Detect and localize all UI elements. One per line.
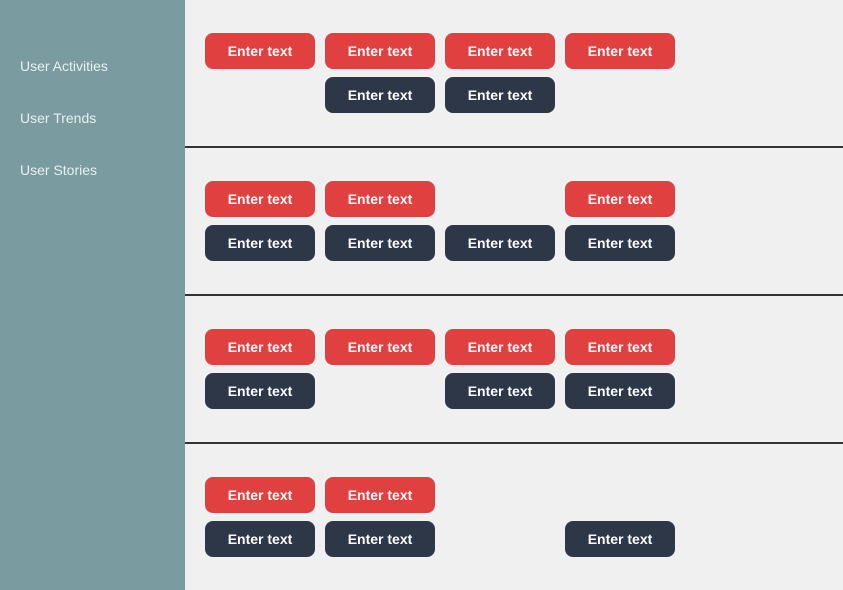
enter-text-button-2-1-1[interactable]: Enter text	[205, 181, 315, 217]
sidebar-item-user-trends[interactable]: User Trends	[0, 92, 185, 144]
enter-text-button-2-2-2[interactable]: Enter text	[325, 225, 435, 261]
enter-text-button-1-1-1[interactable]: Enter text	[205, 33, 315, 69]
button-grid-2: Enter textEnter textEnter textEnter text…	[205, 181, 823, 261]
enter-text-button-1-1-4[interactable]: Enter text	[565, 33, 675, 69]
enter-text-button-3-2-1[interactable]: Enter text	[205, 373, 315, 409]
button-row-4-2: Enter text Enter text Enter text	[205, 521, 823, 557]
button-row-2-2: Enter text Enter text Enter text Enter text	[205, 225, 823, 261]
section-3: Enter textEnter textEnter textEnter text…	[185, 296, 843, 444]
enter-text-button-4-2-2[interactable]: Enter text	[325, 521, 435, 557]
enter-text-button-2-1-2[interactable]: Enter text	[325, 181, 435, 217]
button-row-4-1: Enter text Enter text	[205, 477, 823, 513]
section-2: Enter textEnter textEnter textEnter text…	[185, 148, 843, 296]
enter-text-button-2-2-1[interactable]: Enter text	[205, 225, 315, 261]
enter-text-button-3-2-3[interactable]: Enter text	[445, 373, 555, 409]
enter-text-button-3-1-2[interactable]: Enter text	[325, 329, 435, 365]
button-grid-1: Enter textEnter textEnter textEnter text…	[205, 33, 823, 113]
button-row-2-1: Enter text Enter text Enter text	[205, 181, 823, 217]
sidebar: User Activities User Trends User Stories	[0, 0, 185, 590]
enter-text-button-1-1-2[interactable]: Enter text	[325, 33, 435, 69]
section-1: Enter textEnter textEnter textEnter text…	[185, 0, 843, 148]
button-row-1-1: Enter text Enter text Enter text Enter text	[205, 33, 823, 69]
enter-text-button-4-1-1[interactable]: Enter text	[205, 477, 315, 513]
enter-text-button-3-1-4[interactable]: Enter text	[565, 329, 675, 365]
enter-text-button-2-2-3[interactable]: Enter text	[445, 225, 555, 261]
enter-text-button-1-1-3[interactable]: Enter text	[445, 33, 555, 69]
enter-text-button-2-2-4[interactable]: Enter text	[565, 225, 675, 261]
enter-text-button-1-2-3[interactable]: Enter text	[445, 77, 555, 113]
button-grid-3: Enter textEnter textEnter textEnter text…	[205, 329, 823, 409]
enter-text-button-4-1-2[interactable]: Enter text	[325, 477, 435, 513]
button-grid-4: Enter textEnter textEnter textEnter text…	[205, 477, 823, 557]
enter-text-button-1-2-2[interactable]: Enter text	[325, 77, 435, 113]
sidebar-item-user-stories[interactable]: User Stories	[0, 144, 185, 196]
section-4: Enter textEnter textEnter textEnter text…	[185, 444, 843, 590]
enter-text-button-4-2-1[interactable]: Enter text	[205, 521, 315, 557]
enter-text-button-3-2-4[interactable]: Enter text	[565, 373, 675, 409]
enter-text-button-3-1-3[interactable]: Enter text	[445, 329, 555, 365]
enter-text-button-4-2-4[interactable]: Enter text	[565, 521, 675, 557]
enter-text-button-3-1-1[interactable]: Enter text	[205, 329, 315, 365]
main-content: Enter textEnter textEnter textEnter text…	[185, 0, 843, 590]
button-row-1-2: Enter text Enter text	[205, 77, 823, 113]
sidebar-item-user-activities[interactable]: User Activities	[0, 40, 185, 92]
button-row-3-2: Enter text Enter text Enter text	[205, 373, 823, 409]
enter-text-button-2-1-4[interactable]: Enter text	[565, 181, 675, 217]
button-row-3-1: Enter text Enter text Enter text Enter text	[205, 329, 823, 365]
